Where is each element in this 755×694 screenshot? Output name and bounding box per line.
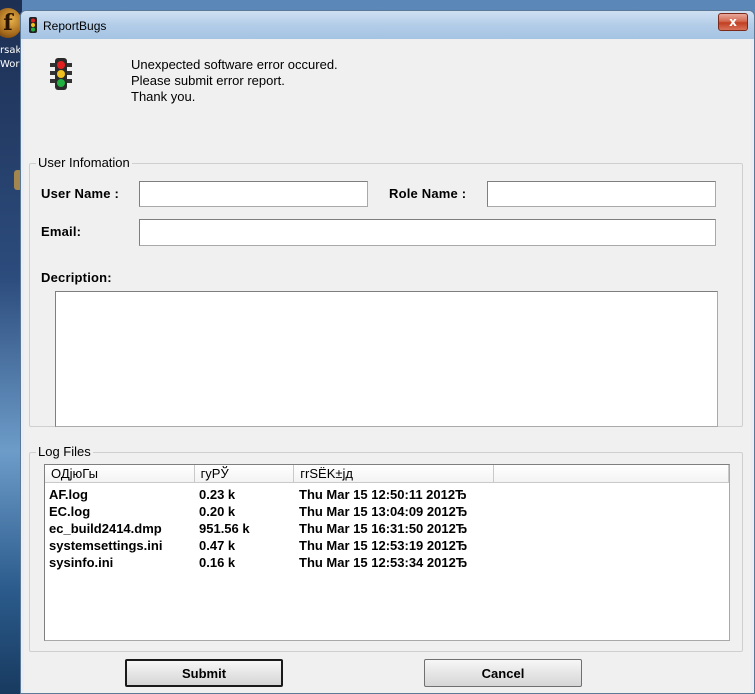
group-title: User Infomation [36,155,132,171]
file-date: Thu Mar 15 12:50:11 2012Ђ [299,487,467,502]
traffic-light-icon [50,58,72,90]
desktop-icon-label: rsak Worl [0,44,22,72]
message-line: Please submit error report. [131,73,285,88]
traffic-light-icon [29,17,37,33]
list-item[interactable]: sysinfo.ini 0.16 k Thu Mar 15 12:53:34 2… [45,554,495,571]
submit-button[interactable]: Submit [125,659,283,687]
file-name: ec_build2414.dmp [49,521,162,536]
close-button[interactable]: x [718,13,748,31]
window-client-area: Unexpected software error occured. Pleas… [24,39,751,693]
list-item[interactable]: systemsettings.ini 0.47 k Thu Mar 15 12:… [45,537,495,554]
list-header: ОДјюГы гуРЎ гrSЁK±jд [45,465,729,483]
desktop-label-line: Worl [0,59,22,70]
column-header-date[interactable]: гrSЁK±jд [294,465,494,483]
description-label: Decription: [41,270,112,285]
message-line: Thank you. [131,89,196,104]
file-date: Thu Mar 15 12:53:34 2012Ђ [299,555,468,570]
user-name-label: User Name : [41,186,120,201]
file-size: 951.56 k [199,521,250,536]
role-name-input[interactable] [487,181,716,207]
title-bar[interactable]: ReportBugs x [21,11,754,39]
email-input[interactable] [139,219,716,246]
column-header-name[interactable]: ОДјюГы [45,465,195,483]
file-name: EC.log [49,504,91,519]
group-title: Log Files [36,444,93,460]
file-name: AF.log [49,487,88,502]
file-size: 0.20 k [199,504,236,519]
file-size: 0.23 k [199,487,236,502]
file-size: 0.16 k [199,555,236,570]
file-name: systemsettings.ini [49,538,163,553]
file-date: Thu Mar 15 13:04:09 2012Ђ [299,504,468,519]
cancel-button[interactable]: Cancel [424,659,582,687]
file-name: sysinfo.ini [49,555,114,570]
column-header-size[interactable]: гуРЎ [194,465,295,483]
desktop-label-line: rsak [0,45,22,56]
list-item[interactable]: AF.log 0.23 k Thu Mar 15 12:50:11 2012Ђ [45,486,495,503]
description-input[interactable] [55,291,718,427]
desktop-background: f rsak Worl [0,0,22,694]
list-item[interactable]: EC.log 0.20 k Thu Mar 15 13:04:09 2012Ђ [45,503,495,520]
message-line: Unexpected software error occured. [131,57,338,72]
file-date: Thu Mar 15 12:53:19 2012Ђ [299,538,468,553]
list-item[interactable]: ec_build2414.dmp 951.56 k Thu Mar 15 16:… [45,520,495,537]
role-name-label: Role Name : [389,186,467,201]
log-files-list[interactable]: ОДјюГы гуРЎ гrSЁK±jд AF.log 0.23 k Thu M… [44,464,730,641]
file-size: 0.47 k [199,538,236,553]
window-title: ReportBugs [43,19,107,33]
user-name-input[interactable] [139,181,368,207]
file-date: Thu Mar 15 16:31:50 2012Ђ [299,521,468,536]
error-message: Unexpected software error occured. Pleas… [131,57,338,105]
desktop-app-icon[interactable]: f [0,8,22,38]
reportbugs-window: ReportBugs x Unexpected software error o… [20,10,755,694]
email-label: Email: [41,224,82,239]
column-header-empty [493,465,729,483]
